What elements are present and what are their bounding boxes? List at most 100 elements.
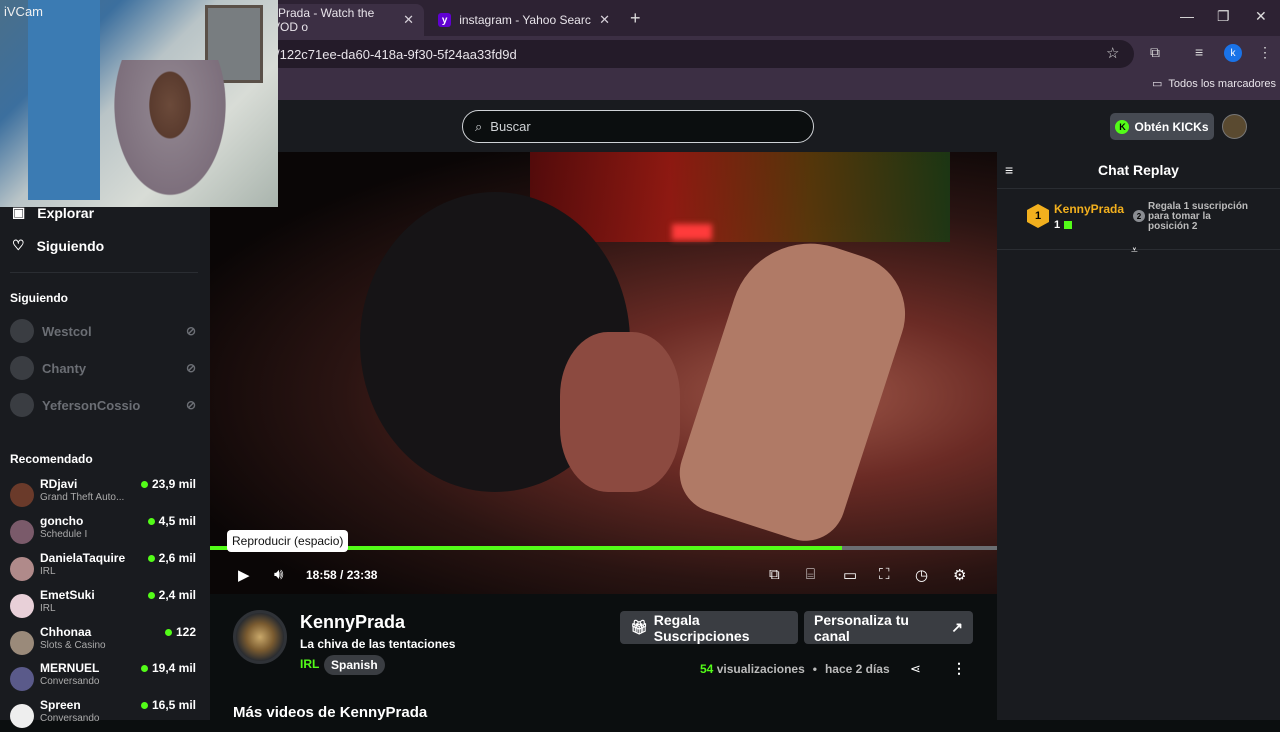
following-item-westcol[interactable]: Westcol ⊘ [10, 317, 196, 345]
profile-avatar[interactable]: k [1224, 44, 1242, 62]
address-bar[interactable]: /122c71ee-da60-418a-9f30-5f24aa33fd9d [266, 40, 1134, 68]
divider [997, 188, 1280, 189]
user-avatar[interactable] [1222, 114, 1247, 139]
more-options-icon[interactable]: ⋮ [952, 660, 966, 677]
search-input[interactable]: ⌕ Buscar [462, 110, 814, 143]
close-window-icon[interactable]: ✕ [1255, 8, 1267, 25]
viewer-count: 2,4 mil [147, 588, 196, 602]
video-frame [530, 152, 950, 242]
video-frame [669, 222, 921, 552]
viewer-count-text: 2,4 mil [158, 588, 196, 602]
gift-icon: 🎁︎ [630, 619, 648, 635]
theater-mode-icon[interactable]: ▭ [843, 566, 857, 584]
new-tab-button[interactable]: + [630, 8, 641, 29]
webcam-label: iVCam [4, 4, 44, 19]
divider [997, 249, 1280, 250]
viewer-count-text: 2,6 mil [158, 551, 196, 565]
live-dot-icon [147, 517, 155, 525]
channel-avatar[interactable] [233, 610, 287, 664]
recommended-item[interactable]: Chhonaa Slots & Casino 122 [10, 625, 198, 659]
get-kicks-button[interactable]: K Obtén KICKs [1110, 113, 1214, 140]
following-item-chanty[interactable]: Chanty ⊘ [10, 354, 196, 382]
volume-icon[interactable]: 🔊︎ [274, 566, 283, 583]
channel-category: IRL [40, 603, 56, 614]
recommended-item[interactable]: goncho Schedule I 4,5 mil [10, 514, 198, 548]
recommended-item[interactable]: MERNUEL Conversando 19,4 mil [10, 661, 198, 695]
channel-name: EmetSuki [40, 588, 95, 602]
views-count: 54 [700, 662, 714, 676]
yahoo-icon: y [438, 13, 452, 27]
url-text: /122c71ee-da60-418a-9f30-5f24aa33fd9d [276, 46, 517, 62]
offline-icon: ⊘ [185, 398, 196, 412]
following-item-yefersoncossio[interactable]: YefersonCossio ⊘ [10, 391, 196, 419]
offline-icon: ⊘ [185, 361, 196, 375]
fullscreen-icon[interactable]: ⛶ [879, 566, 890, 583]
chat-panel [997, 152, 1280, 720]
more-videos-title: Más videos de KennyPrada [233, 704, 428, 721]
video-player[interactable] [210, 152, 997, 594]
media-control-icon[interactable]: ≡ [1195, 44, 1203, 60]
avatar [10, 483, 34, 507]
tab-yahoo-search[interactable]: y instagram - Yahoo Search Tus r ✕ [428, 4, 620, 36]
browser-menu-icon[interactable]: ⋮ [1258, 44, 1272, 61]
miniplayer-icon[interactable]: ⧉ [769, 566, 780, 583]
all-bookmarks[interactable]: ▭ Todos los marcadores [1152, 77, 1277, 91]
video-frame [560, 332, 680, 492]
webcam-person [105, 60, 235, 207]
nav-following[interactable]: ♡ Siguiendo [12, 237, 104, 254]
following-section-title: Siguiendo [10, 291, 68, 305]
share-icon[interactable]: ⋖ [910, 661, 921, 677]
customize-channel-label: Personaliza tu canal [814, 611, 909, 644]
offline-icon: ⊘ [185, 324, 196, 338]
recommended-item[interactable]: EmetSuki IRL 2,4 mil [10, 588, 198, 622]
settings-gear-icon[interactable]: ⚙ [953, 566, 966, 584]
channel-name[interactable]: KennyPrada [300, 612, 405, 633]
video-title: La chiva de las tentaciones [300, 637, 456, 651]
viewer-count: 16,5 mil [140, 698, 196, 712]
tab-kick-vod[interactable]: yPrada - Watch the VOD o ✕ [262, 4, 424, 36]
tab-label: instagram - Yahoo Search Tus r [459, 13, 591, 27]
viewer-count-text: 19,4 mil [151, 661, 196, 675]
gift-count: 1 [1054, 219, 1061, 231]
avatar [10, 393, 34, 417]
avatar [10, 557, 34, 581]
viewer-count: 4,5 mil [147, 514, 196, 528]
gift-icon [1064, 221, 1073, 229]
channel-name: goncho [40, 514, 84, 528]
language-tag[interactable]: Spanish [324, 655, 385, 675]
playback-speed-icon[interactable]: ◷ [915, 566, 928, 584]
tab-label: yPrada - Watch the VOD o [272, 6, 375, 34]
bookmark-star-icon[interactable]: ☆ [1106, 44, 1119, 62]
channel-name: Chanty [42, 360, 87, 376]
close-tab-icon[interactable]: ✕ [403, 12, 414, 28]
search-icon: ⌕ [475, 118, 483, 134]
minimize-icon[interactable]: — [1180, 8, 1194, 24]
expand-leaderboard-icon[interactable]: ⩡ [1131, 243, 1138, 258]
clip-icon[interactable]: ⌸ [806, 566, 815, 583]
all-bookmarks-label: Todos los marcadores [1168, 77, 1277, 90]
customize-channel-button[interactable]: Personaliza tu canal ↗ [804, 611, 973, 644]
play-button[interactable]: ▶ [238, 566, 250, 584]
divider [10, 272, 198, 273]
avatar [10, 319, 34, 343]
channel-name: MERNUEL [40, 661, 100, 675]
live-dot-icon [147, 591, 155, 599]
gift-subs-button[interactable]: 🎁︎ Regala Suscripciones [620, 611, 798, 644]
top-gifter-name[interactable]: KennyPrada [1054, 202, 1124, 216]
restore-icon[interactable]: ❐ [1217, 8, 1230, 25]
recommended-section-title: Recomendado [10, 452, 93, 466]
extensions-icon[interactable]: ⧉ [1150, 44, 1160, 61]
avatar [10, 667, 34, 691]
position-2-text[interactable]: Regala 1 suscripción para tomar la posic… [1148, 202, 1252, 232]
recommended-item[interactable]: RDjavi Grand Theft Auto... 23,9 mil [10, 477, 198, 511]
live-dot-icon [140, 664, 148, 672]
recommended-item[interactable]: DanielaTaquire IRL 2,6 mil [10, 551, 198, 585]
webcam-overlay: iVCam [0, 0, 278, 207]
search-placeholder: Buscar [490, 119, 531, 134]
live-dot-icon [140, 480, 148, 488]
views-label: visualizaciones [716, 662, 805, 676]
category-link[interactable]: IRL [300, 657, 319, 671]
close-tab-icon[interactable]: ✕ [599, 12, 610, 28]
time-separator: / [340, 568, 344, 582]
recommended-item[interactable]: Spreen Conversando 16,5 mil [10, 698, 198, 732]
